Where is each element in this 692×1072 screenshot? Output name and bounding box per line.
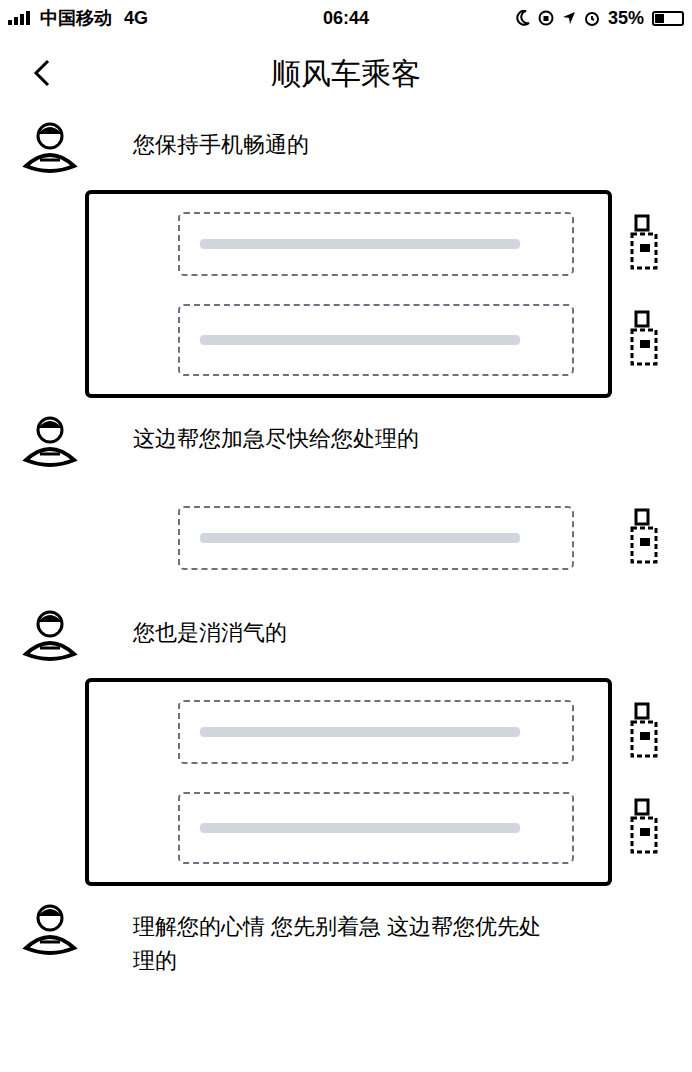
agent-message: 理解您的心情 您先别着急 这边帮您优先处理的 [0,892,692,984]
chat-screen: 中国移动 4G 06:44 35% 顺风车乘客您保持手机畅通的这边帮您加急尽快给您处理的… [0,0,692,1072]
message-list: 您保持手机畅通的这边帮您加急尽快给您处理的您也是消消气的理解您的心情 您先别着急… [0,110,692,984]
user-avatar-icon [628,308,662,370]
redacted-text [200,727,520,737]
redacted-text [200,823,520,833]
network: 4G [124,5,148,32]
moon-icon [516,10,530,26]
user-avatar-icon [628,506,662,568]
agent-message: 这边帮您加急尽快给您处理的 [0,404,692,478]
redacted-text [200,335,520,345]
agent-message: 您也是消消气的 [0,598,692,672]
user-message-bubble [178,700,574,764]
user-message-bubble [178,506,574,570]
battery-icon [652,11,684,26]
clock: 06:44 [248,5,444,32]
highlight-box [85,678,612,886]
agent-message-text: 您保持手机畅通的 [133,128,309,162]
user-message-group [0,678,692,886]
agent-message: 您保持手机畅通的 [0,110,692,184]
user-message-bubble [178,304,574,376]
alarm-icon [584,10,600,26]
highlight-box [85,190,612,398]
agent-message-text: 理解您的心情 您先别着急 这边帮您优先处理的 [133,910,553,978]
status-bar: 中国移动 4G 06:44 35% [0,0,692,36]
redacted-text [200,239,520,249]
user-message-group [0,484,692,592]
agent-avatar-icon [20,898,80,960]
nav-bar: 顺风车乘客 [0,36,692,110]
user-message-area [85,484,612,592]
user-avatar-icon [628,212,662,274]
user-avatar-icon [628,700,662,762]
agent-message-text: 这边帮您加急尽快给您处理的 [133,422,419,456]
agent-message-text: 您也是消消气的 [133,616,287,650]
location-icon [562,11,576,25]
back-chevron-icon[interactable] [32,58,52,88]
user-message-bubble [178,792,574,864]
redacted-text [200,533,520,543]
signal-icon [8,11,34,25]
user-avatar-icon [628,796,662,858]
user-message-bubble [178,212,574,276]
page-title: 顺风车乘客 [0,51,692,96]
user-message-group [0,190,692,398]
agent-avatar-icon [20,604,80,666]
agent-avatar-icon [20,116,80,178]
lock-rotation-icon [538,10,554,26]
battery-percent: 35% [608,5,644,32]
agent-avatar-icon [20,410,80,472]
carrier: 中国移动 [40,5,112,32]
